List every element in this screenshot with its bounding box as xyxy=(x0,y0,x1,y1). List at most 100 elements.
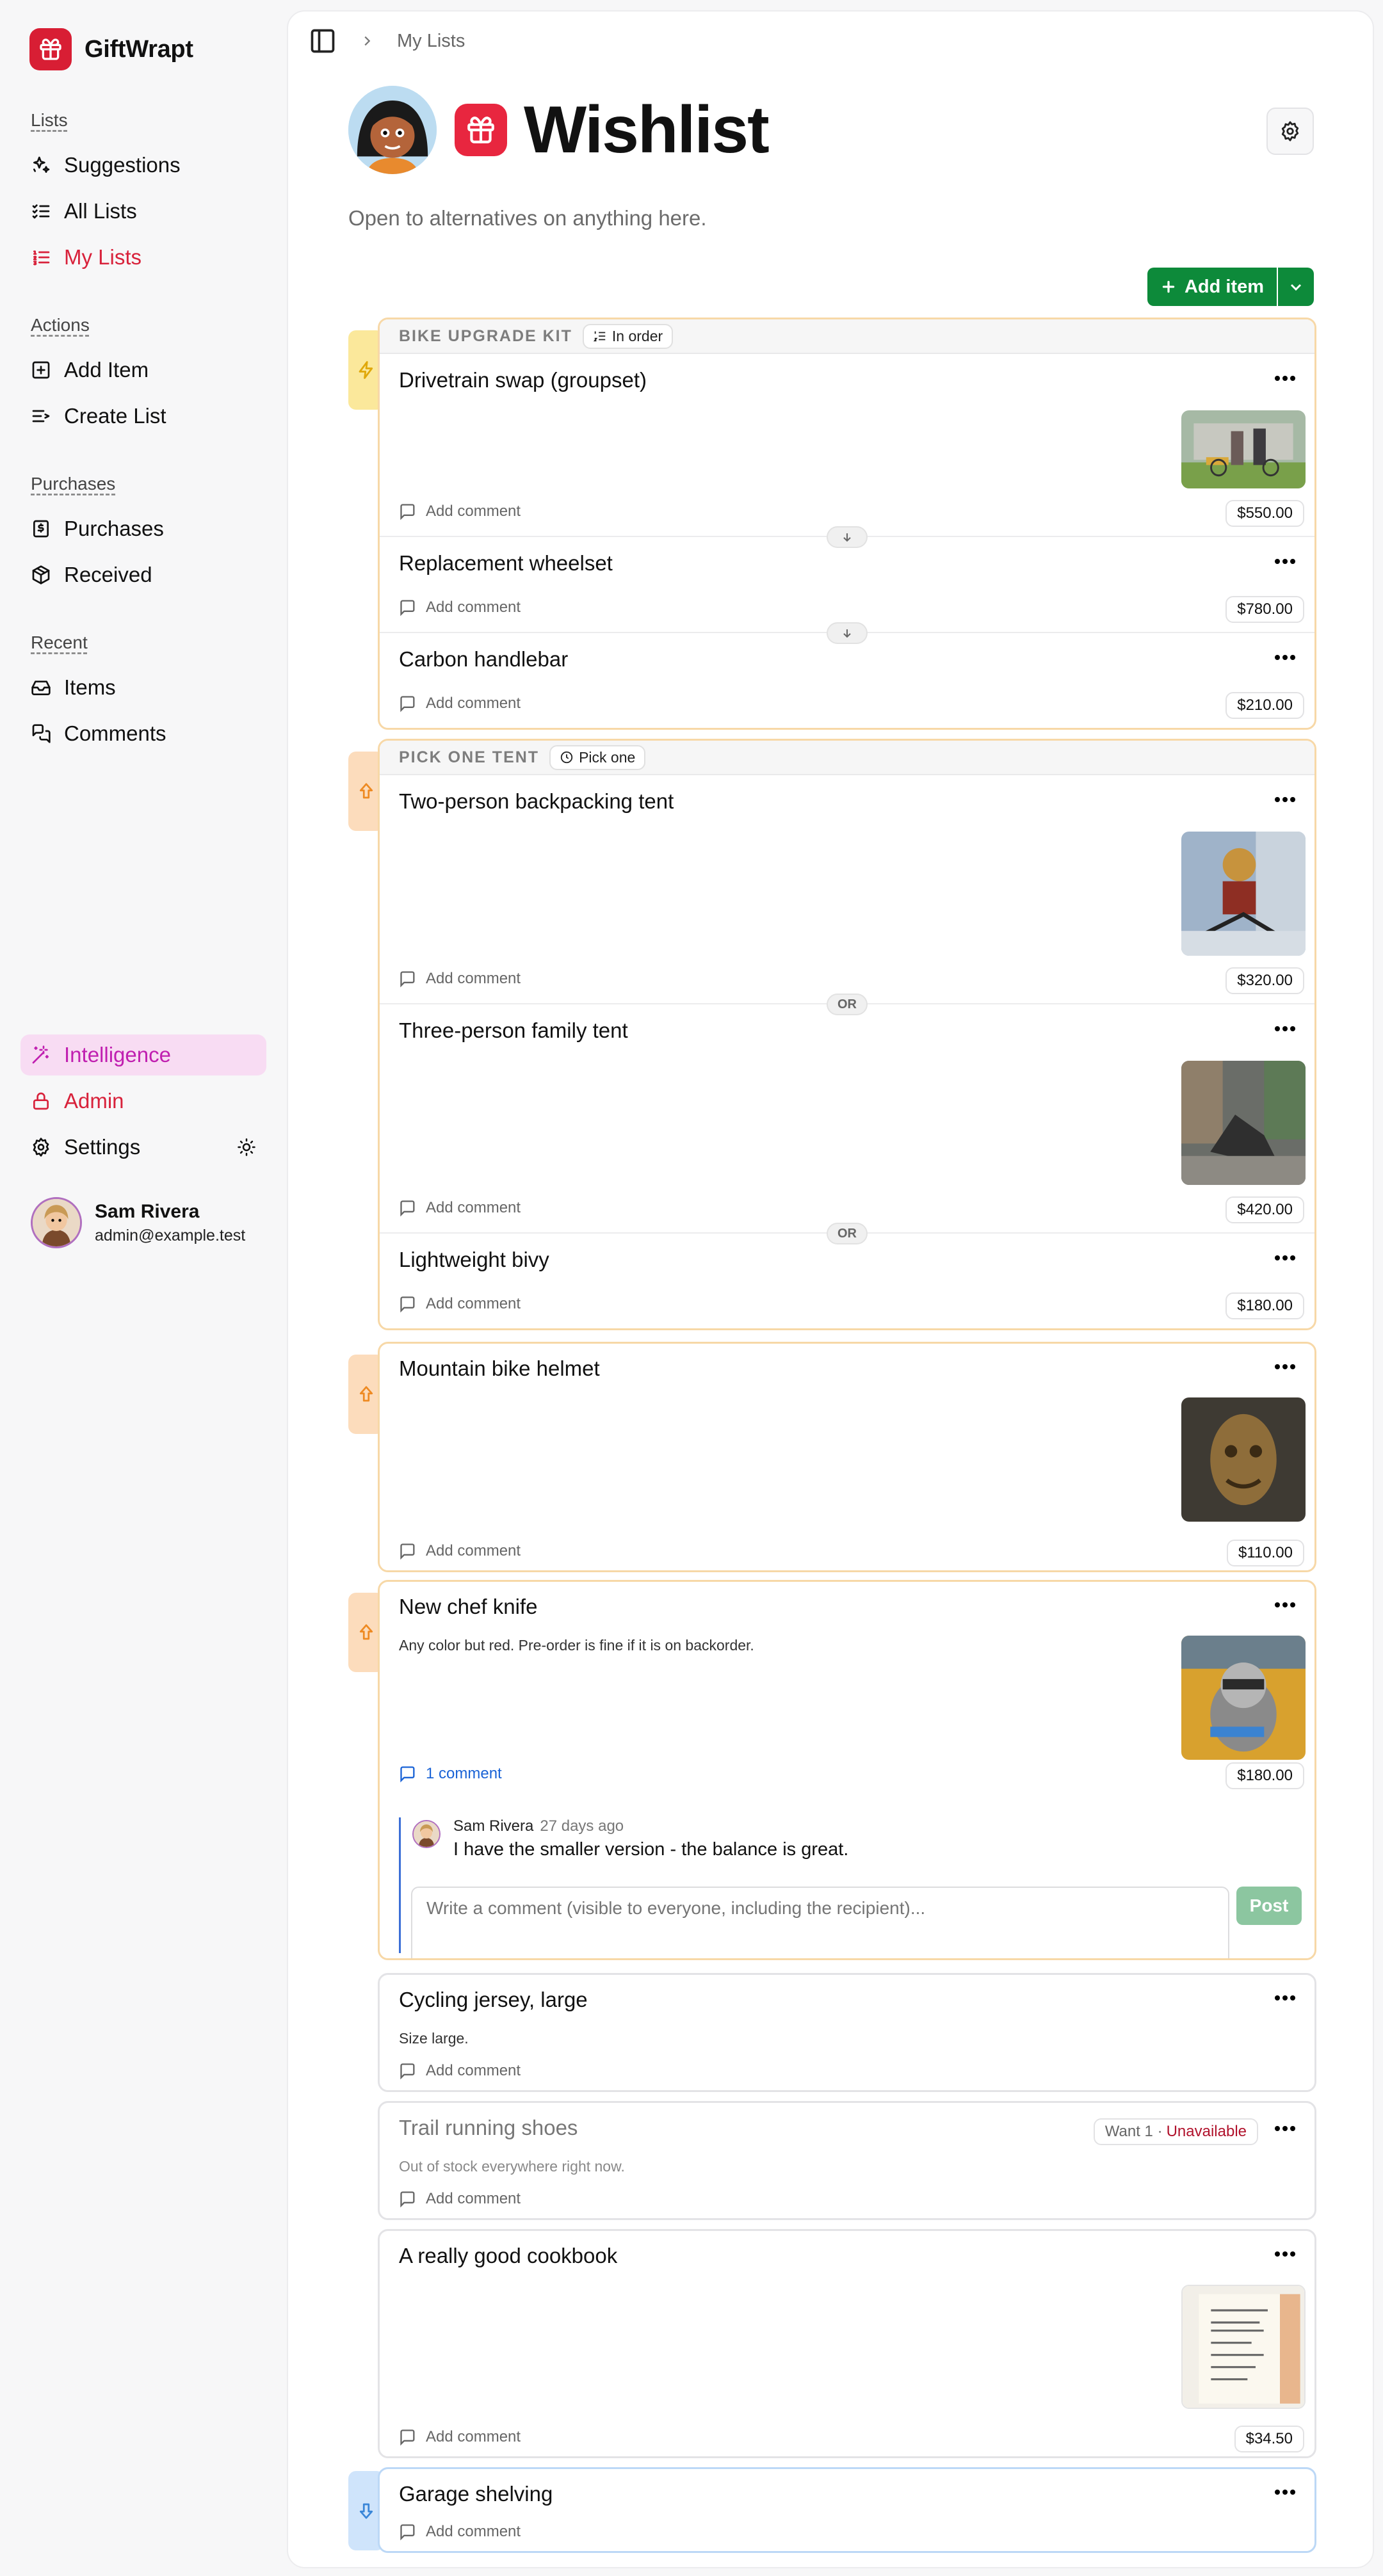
raccoon-photo-icon xyxy=(1181,1636,1306,1760)
more-options-icon[interactable] xyxy=(1272,1252,1298,1264)
item-title[interactable]: Drivetrain swap (groupset) xyxy=(399,368,647,392)
list-item[interactable]: Three-person family tent Add comment $42… xyxy=(380,1004,1314,1234)
item-wrap: Trail running shoes Want 1 · Unavailable… xyxy=(348,2101,1316,2220)
item-card[interactable]: A really good cookbook Add comment $34.5… xyxy=(378,2229,1316,2458)
more-options-icon[interactable] xyxy=(1272,372,1298,385)
item-title[interactable]: Replacement wheelset xyxy=(399,551,613,576)
price-badge: $320.00 xyxy=(1225,967,1304,994)
gear-icon xyxy=(1279,120,1301,142)
item-card[interactable]: Trail running shoes Want 1 · Unavailable… xyxy=(378,2101,1316,2220)
comment-icon xyxy=(399,2062,417,2080)
item-card[interactable]: Garage shelving Add comment xyxy=(378,2467,1316,2553)
more-options-icon[interactable] xyxy=(1272,1992,1298,2004)
item-title[interactable]: Garage shelving xyxy=(399,2482,553,2506)
item-wrap: New chef knife Any color but red. Pre-or… xyxy=(348,1580,1316,1960)
comments-toggle[interactable]: 1 comment xyxy=(399,1765,502,1783)
add-comment-button[interactable]: Add comment xyxy=(399,1295,521,1313)
more-options-icon[interactable] xyxy=(1272,555,1298,568)
add-comment-button[interactable]: Add comment xyxy=(399,503,521,520)
sidebar-item-items[interactable]: Items xyxy=(31,664,166,711)
item-title[interactable]: Cycling jersey, large xyxy=(399,1988,588,2012)
item-title[interactable]: Mountain bike helmet xyxy=(399,1356,600,1381)
item-title[interactable]: Trail running shoes xyxy=(399,2116,578,2140)
comment-input[interactable] xyxy=(411,1887,1229,1958)
item-image[interactable] xyxy=(1181,1061,1306,1185)
sidebar-item-received[interactable]: Received xyxy=(31,552,164,598)
item-card[interactable]: Mountain bike helmet Add comment $110.00 xyxy=(378,1342,1316,1572)
sidebar-item-settings[interactable]: Settings xyxy=(20,1127,266,1168)
add-item-button[interactable]: Add item xyxy=(1147,268,1277,306)
list-item[interactable]: Drivetrain swap (groupset) Add comment $… xyxy=(380,354,1314,537)
add-comment-button[interactable]: Add comment xyxy=(399,599,521,616)
item-title[interactable]: New chef knife xyxy=(399,1595,537,1619)
sidebar-item-all-lists[interactable]: All Lists xyxy=(31,188,181,234)
sidebar-item-label: My Lists xyxy=(64,245,142,269)
more-options-icon[interactable] xyxy=(1272,1598,1298,1611)
item-image[interactable] xyxy=(1181,1397,1306,1522)
list-item[interactable]: Replacement wheelset Add comment $780.00 xyxy=(380,537,1314,633)
more-options-icon[interactable] xyxy=(1272,1360,1298,1373)
sidebar-item-comments[interactable]: Comments xyxy=(31,711,166,757)
more-options-icon[interactable] xyxy=(1272,1022,1298,1035)
item-card[interactable]: Cycling jersey, large Size large. Add co… xyxy=(378,1973,1316,2092)
user-profile[interactable]: Sam Rivera admin@example.test xyxy=(31,1197,245,1248)
price-badge: $210.00 xyxy=(1225,692,1304,719)
sidebar-item-purchases[interactable]: Purchases xyxy=(31,506,164,552)
item-image[interactable] xyxy=(1181,410,1306,488)
item-title[interactable]: A really good cookbook xyxy=(399,2244,617,2268)
or-connector: OR xyxy=(827,994,868,1015)
add-comment-button[interactable]: Add comment xyxy=(399,695,521,712)
comment-label: Add comment xyxy=(426,1295,521,1312)
comment-label: Add comment xyxy=(426,2428,521,2445)
group-mode-badge: Pick one xyxy=(549,745,646,770)
sidebar-item-add-item[interactable]: Add Item xyxy=(31,347,166,393)
theme-toggle-sun-icon[interactable] xyxy=(237,1138,256,1157)
item-image[interactable] xyxy=(1181,2285,1306,2409)
item-image[interactable] xyxy=(1181,1636,1306,1760)
more-options-icon[interactable] xyxy=(1272,793,1298,806)
sidebar-item-create-list[interactable]: Create List xyxy=(31,393,166,439)
more-options-icon[interactable] xyxy=(1272,651,1298,664)
add-comment-button[interactable]: Add comment xyxy=(399,2428,521,2446)
more-options-icon[interactable] xyxy=(1272,2248,1298,2260)
item-title[interactable]: Two-person backpacking tent xyxy=(399,789,674,814)
item-title[interactable]: Carbon handlebar xyxy=(399,647,568,672)
list-settings-button[interactable] xyxy=(1266,108,1314,155)
sidebar-item-suggestions[interactable]: Suggestions xyxy=(31,142,181,188)
nav-group-actions: Actions Add Item Create List xyxy=(31,315,166,439)
post-comment-button[interactable]: Post xyxy=(1236,1887,1302,1925)
add-item-menu-button[interactable] xyxy=(1277,268,1314,306)
list-item[interactable]: Lightweight bivy Add comment $180.00 xyxy=(380,1234,1314,1328)
item-card[interactable]: New chef knife Any color but red. Pre-or… xyxy=(378,1580,1316,1960)
want-count: Want 1 · xyxy=(1104,2123,1163,2140)
sidebar-item-my-lists[interactable]: My Lists xyxy=(31,234,181,280)
arrow-up-icon xyxy=(357,1385,376,1404)
list-item[interactable]: Carbon handlebar Add comment $210.00 xyxy=(380,633,1314,728)
brand[interactable]: GiftWrapt xyxy=(29,28,193,70)
add-comment-button[interactable]: Add comment xyxy=(399,1199,521,1217)
add-comment-button[interactable]: Add comment xyxy=(399,970,521,988)
add-comment-button[interactable]: Add comment xyxy=(399,2062,521,2080)
item-image[interactable] xyxy=(1181,832,1306,956)
item-title[interactable]: Lightweight bivy xyxy=(399,1248,549,1272)
app-name: GiftWrapt xyxy=(85,35,193,63)
add-comment-button[interactable]: Add comment xyxy=(399,1542,521,1560)
availability-badge: Want 1 · Unavailable xyxy=(1093,2118,1258,2145)
add-comment-button[interactable]: Add comment xyxy=(399,2190,521,2208)
breadcrumb-current[interactable]: My Lists xyxy=(397,31,465,52)
list-item[interactable]: Two-person backpacking tent Add comment … xyxy=(380,775,1314,1004)
sidebar-item-admin[interactable]: Admin xyxy=(20,1081,266,1122)
more-options-icon[interactable] xyxy=(1272,2486,1298,2499)
comment-icon xyxy=(399,970,417,988)
commenter-avatar xyxy=(412,1820,441,1848)
more-options-icon[interactable] xyxy=(1272,2122,1298,2135)
add-comment-button[interactable]: Add comment xyxy=(399,2523,521,2541)
price-badge: $420.00 xyxy=(1225,1196,1304,1223)
sidebar-toggle-icon[interactable] xyxy=(309,27,337,55)
comment-icon xyxy=(399,2190,417,2208)
user-email: admin@example.test xyxy=(95,1226,246,1244)
nav-heading: Recent xyxy=(31,632,88,652)
item-title[interactable]: Three-person family tent xyxy=(399,1018,628,1043)
nav-heading: Actions xyxy=(31,315,90,335)
sidebar-item-intelligence[interactable]: Intelligence xyxy=(20,1034,266,1075)
